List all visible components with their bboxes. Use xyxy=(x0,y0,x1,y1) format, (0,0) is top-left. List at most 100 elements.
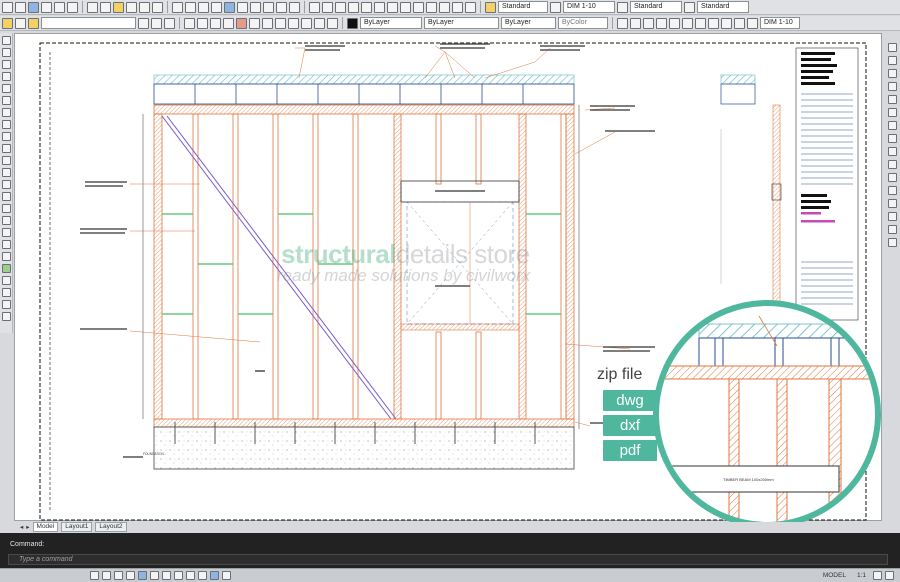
region-icon[interactable] xyxy=(1,228,11,237)
tab-layout2[interactable]: Layout2 xyxy=(95,522,127,532)
snap-icon[interactable] xyxy=(90,571,99,580)
ellipse-arc-icon[interactable] xyxy=(1,156,11,165)
zoom-realtime-icon[interactable] xyxy=(185,1,196,13)
ucs-icon[interactable] xyxy=(617,17,628,29)
ucs-view-icon[interactable] xyxy=(669,17,680,29)
download-pdf-button[interactable]: pdf xyxy=(603,440,657,461)
break-icon[interactable] xyxy=(887,186,897,195)
chamfer-icon[interactable] xyxy=(887,212,897,221)
polygon-icon[interactable] xyxy=(1,72,11,81)
move-icon[interactable] xyxy=(887,108,897,117)
ole-icon[interactable] xyxy=(327,17,338,29)
trim-icon[interactable] xyxy=(887,160,897,169)
ucs-zaxis-icon[interactable] xyxy=(695,17,706,29)
copy-icon[interactable] xyxy=(887,56,897,65)
layer-state-icon[interactable] xyxy=(15,17,26,29)
mtext-icon[interactable] xyxy=(262,17,273,29)
print-icon[interactable] xyxy=(41,1,52,13)
customize-icon[interactable] xyxy=(885,571,894,580)
dimension-linear-icon[interactable] xyxy=(309,1,320,13)
copy-icon[interactable] xyxy=(100,1,111,13)
lineweight-select[interactable]: ByLayer xyxy=(501,17,556,29)
scale-icon[interactable] xyxy=(887,134,897,143)
otrack-icon[interactable] xyxy=(150,571,159,580)
dimension-baseline-icon[interactable] xyxy=(413,1,424,13)
ortho-icon[interactable] xyxy=(114,571,123,580)
layer-previous-icon[interactable] xyxy=(151,17,162,29)
center-mark-icon[interactable] xyxy=(452,1,463,13)
dtext-icon[interactable] xyxy=(275,17,286,29)
polar-icon[interactable] xyxy=(126,571,135,580)
image-icon[interactable] xyxy=(314,17,325,29)
line-icon[interactable] xyxy=(1,36,11,45)
rectangle-icon[interactable] xyxy=(1,84,11,93)
ducs-icon[interactable] xyxy=(162,571,171,580)
extend-icon[interactable] xyxy=(887,173,897,182)
layer-properties-icon[interactable] xyxy=(2,17,13,29)
fillet-icon[interactable] xyxy=(887,225,897,234)
attribute-icon[interactable] xyxy=(288,17,299,29)
dimension-aligned-icon[interactable] xyxy=(322,1,333,13)
ucs-world-icon[interactable] xyxy=(630,17,641,29)
design-center-icon[interactable] xyxy=(237,1,248,13)
layer-color-select[interactable]: ByLayer xyxy=(360,17,422,29)
dimension-radius-icon[interactable] xyxy=(361,1,372,13)
spline-icon[interactable] xyxy=(1,132,11,141)
xref-icon[interactable] xyxy=(301,17,312,29)
dimension-diameter-icon[interactable] xyxy=(374,1,385,13)
quick-dimension-icon[interactable] xyxy=(400,1,411,13)
explode-icon[interactable] xyxy=(887,238,897,247)
layer-on-icon[interactable] xyxy=(28,17,39,29)
ucs-y-icon[interactable] xyxy=(734,17,745,29)
workspace-gear-icon[interactable] xyxy=(873,571,882,580)
cut-icon[interactable] xyxy=(87,1,98,13)
linetype-select[interactable]: ByLayer xyxy=(424,17,499,29)
undo-icon[interactable] xyxy=(139,1,150,13)
command-input[interactable]: Type a command xyxy=(8,554,888,565)
polyline-icon[interactable] xyxy=(1,60,11,69)
dim-style-select[interactable]: DIM 1-10 xyxy=(563,1,615,13)
make-block-icon[interactable] xyxy=(1,180,11,189)
preview-icon[interactable] xyxy=(54,1,65,13)
ucs-object-icon[interactable] xyxy=(643,17,654,29)
plot-style-select[interactable]: ByColor xyxy=(558,17,608,29)
grid-icon[interactable] xyxy=(102,571,111,580)
model-space-indicator[interactable]: MODEL xyxy=(823,572,846,579)
insert-icon[interactable] xyxy=(197,17,208,29)
open-file-icon[interactable] xyxy=(15,1,26,13)
ucs-origin-icon[interactable] xyxy=(682,17,693,29)
point-icon[interactable] xyxy=(1,192,11,201)
match-properties-icon[interactable] xyxy=(126,1,137,13)
download-dwg-button[interactable]: dwg xyxy=(603,390,657,411)
paste-icon[interactable] xyxy=(113,1,124,13)
download-dxf-button[interactable]: dxf xyxy=(603,415,657,436)
redo-icon[interactable] xyxy=(152,1,163,13)
erase-icon[interactable] xyxy=(1,276,11,285)
zoom-window-icon[interactable] xyxy=(198,1,209,13)
table-style-select[interactable]: Standard xyxy=(630,1,682,13)
erase-icon[interactable] xyxy=(887,43,897,52)
ellipse-icon[interactable] xyxy=(1,144,11,153)
dim-scale-select[interactable]: DIM 1-10 xyxy=(760,17,800,29)
dyn-icon[interactable] xyxy=(174,571,183,580)
lwt-icon[interactable] xyxy=(186,571,195,580)
offset-icon[interactable] xyxy=(1,312,11,321)
ucs-z-icon[interactable] xyxy=(747,17,758,29)
gradient-icon[interactable] xyxy=(223,17,234,29)
hatch-icon[interactable] xyxy=(1,204,11,213)
new-file-icon[interactable] xyxy=(2,1,13,13)
construction-line-icon[interactable] xyxy=(1,48,11,57)
calculator-icon[interactable] xyxy=(289,1,300,13)
text-style-select[interactable]: Standard xyxy=(498,1,548,13)
tool-palettes-icon[interactable] xyxy=(250,1,261,13)
layer-select[interactable] xyxy=(41,17,136,29)
copy-object-icon[interactable] xyxy=(1,288,11,297)
zoom-previous-icon[interactable] xyxy=(211,1,222,13)
dimension-ordinate-icon[interactable] xyxy=(348,1,359,13)
multiline-text-icon[interactable] xyxy=(1,252,11,261)
dimension-continue-icon[interactable] xyxy=(426,1,437,13)
ucs-face-icon[interactable] xyxy=(656,17,667,29)
gradient-icon[interactable] xyxy=(1,216,11,225)
arc-icon[interactable] xyxy=(1,96,11,105)
region-icon[interactable] xyxy=(236,17,247,29)
